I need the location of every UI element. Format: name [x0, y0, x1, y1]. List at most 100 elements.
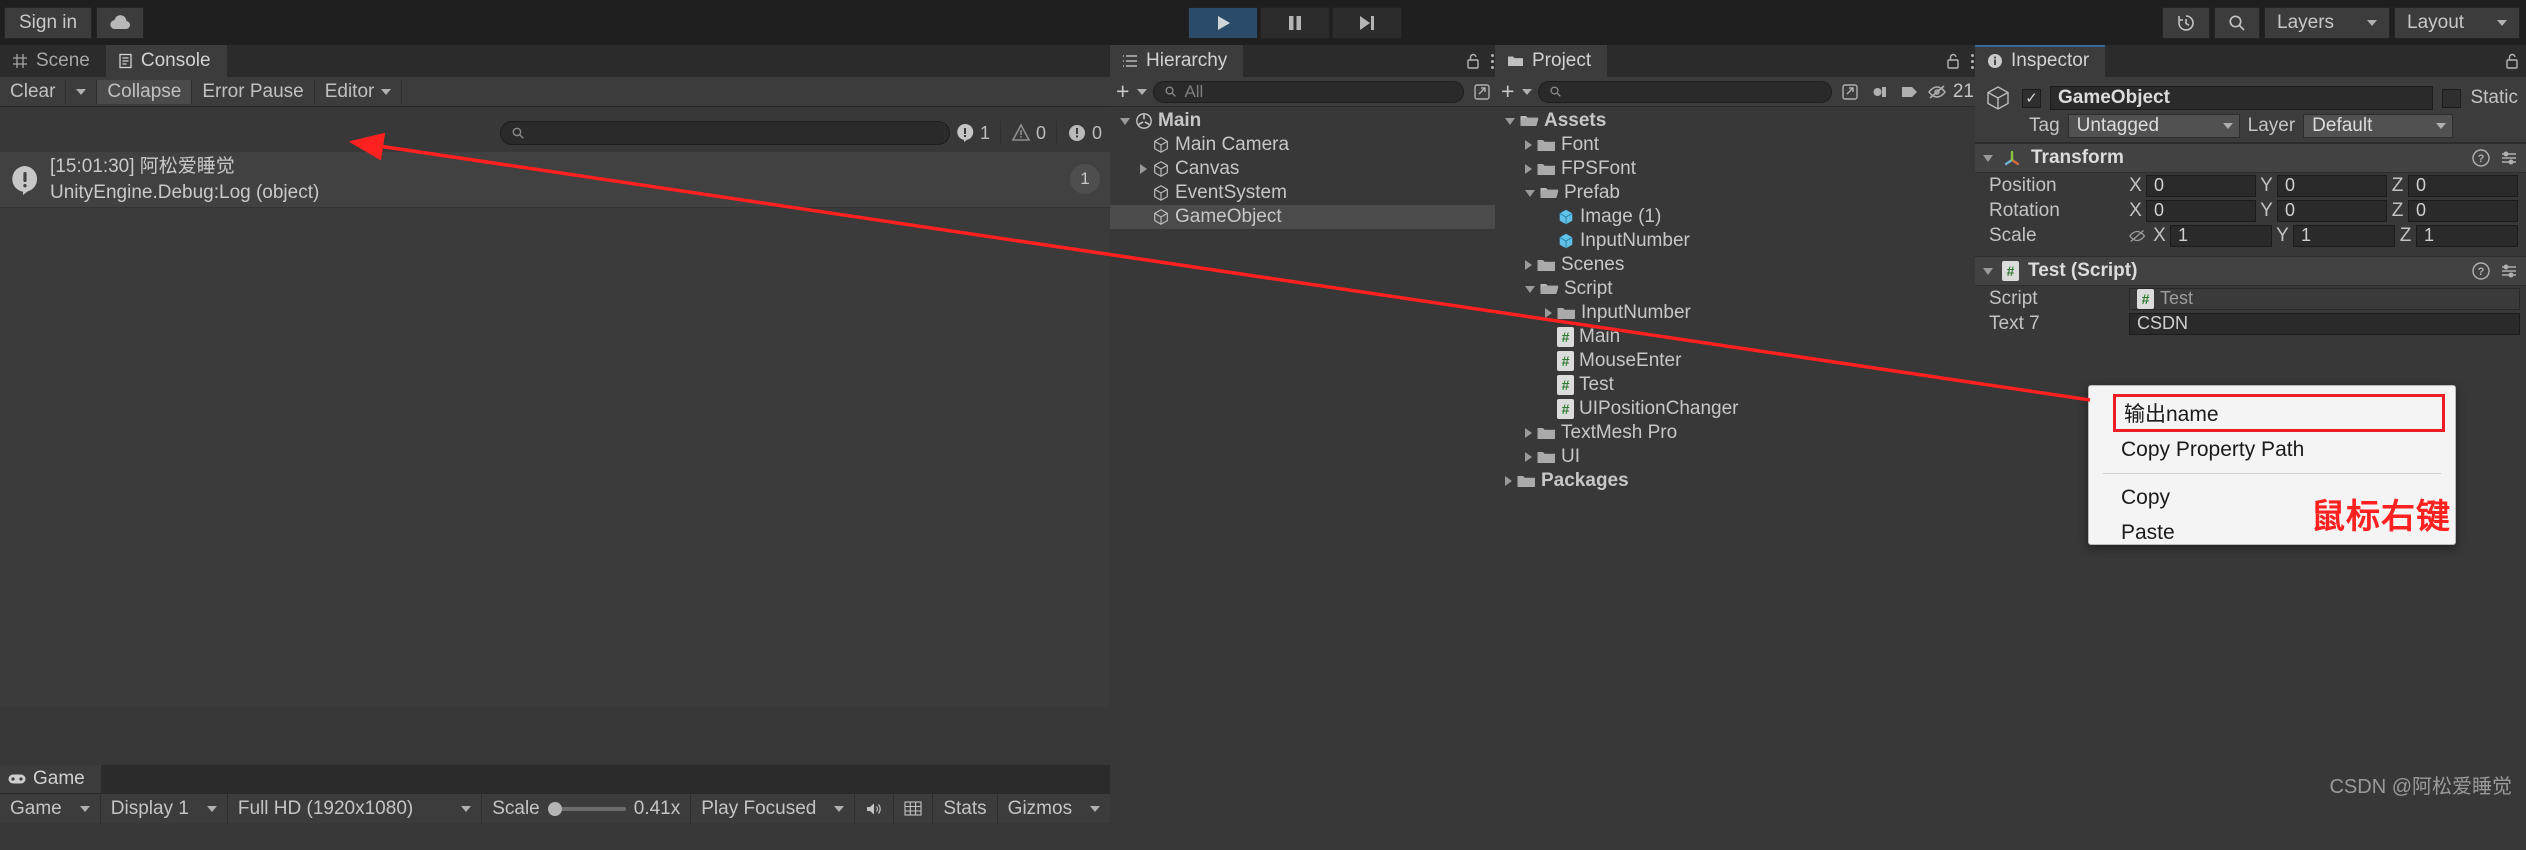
- help-icon[interactable]: ?: [2472, 262, 2490, 280]
- position-x-field[interactable]: 0: [2146, 174, 2256, 197]
- context-menu-item-output-name[interactable]: 输出name: [2113, 394, 2445, 432]
- game-stats-grid-button[interactable]: [894, 793, 934, 824]
- project-item-row[interactable]: # UIPositionChanger: [1495, 397, 1980, 421]
- hierarchy-item-row[interactable]: GameObject: [1110, 205, 1500, 229]
- expand-triangle-icon[interactable]: [1545, 308, 1552, 318]
- scale-x-field[interactable]: 1: [2170, 224, 2272, 247]
- component-header-test-script[interactable]: # Test (Script) ?: [1975, 256, 2526, 286]
- project-item-row[interactable]: FPSFont: [1495, 157, 1980, 181]
- console-search-input[interactable]: [500, 121, 950, 145]
- context-menu-item-copy-property-path[interactable]: Copy Property Path: [2089, 432, 2455, 467]
- expand-triangle-icon[interactable]: [1140, 164, 1147, 174]
- object-name-field[interactable]: GameObject: [2050, 86, 2434, 110]
- expand-triangle-icon[interactable]: [1505, 476, 1512, 486]
- counter-errors[interactable]: 1: [943, 121, 1000, 145]
- scale-z-field[interactable]: 1: [2416, 224, 2518, 247]
- project-filter-type-button[interactable]: [1868, 81, 1892, 103]
- component-header-transform[interactable]: Transform ?: [1975, 143, 2526, 173]
- position-y-field[interactable]: 0: [2277, 174, 2387, 197]
- hierarchy-search-input[interactable]: All: [1153, 80, 1464, 103]
- text7-input[interactable]: CSDN: [2129, 312, 2520, 335]
- kebab-menu-icon[interactable]: [1971, 53, 1974, 69]
- collapse-triangle-icon[interactable]: [1505, 117, 1515, 125]
- pause-button[interactable]: [1260, 7, 1330, 39]
- tab-game[interactable]: Game: [0, 765, 101, 793]
- expand-triangle-icon[interactable]: [1525, 260, 1532, 270]
- project-item-row[interactable]: Packages: [1495, 469, 1980, 493]
- collapse-triangle-icon[interactable]: [1120, 117, 1130, 125]
- game-display-dropdown[interactable]: Display 1: [101, 793, 228, 824]
- tab-scene[interactable]: Scene: [0, 45, 106, 77]
- lock-icon[interactable]: [1465, 52, 1481, 70]
- editor-dropdown[interactable]: Editor: [315, 79, 403, 104]
- collapse-triangle-icon[interactable]: [1525, 285, 1535, 293]
- rotation-x-field[interactable]: 0: [2146, 199, 2256, 222]
- tab-inspector[interactable]: Inspector: [1975, 45, 2106, 77]
- tab-console[interactable]: Console: [105, 45, 227, 77]
- scale-slider-track[interactable]: [547, 801, 626, 816]
- layers-dropdown[interactable]: Layers: [2264, 7, 2390, 39]
- static-checkbox[interactable]: [2442, 88, 2462, 108]
- search-icon[interactable]: [2214, 7, 2260, 39]
- object-enabled-checkbox[interactable]: ✓: [2022, 88, 2041, 108]
- collapse-triangle-icon[interactable]: [1983, 154, 1993, 162]
- hierarchy-item-row[interactable]: Canvas: [1110, 157, 1500, 181]
- history-icon[interactable]: [2162, 7, 2210, 39]
- project-item-row[interactable]: Assets: [1495, 109, 1980, 133]
- preset-icon[interactable]: [2500, 149, 2518, 167]
- collapse-button[interactable]: Collapse: [97, 79, 193, 104]
- project-filter-label-button[interactable]: [1898, 81, 1922, 103]
- clear-button[interactable]: Clear: [0, 79, 67, 104]
- collapse-triangle-icon[interactable]: [1983, 267, 1993, 275]
- collapse-triangle-icon[interactable]: [1525, 189, 1535, 197]
- sign-in-button[interactable]: Sign in: [4, 6, 93, 39]
- lock-icon[interactable]: [1945, 52, 1961, 70]
- game-playmode-dropdown[interactable]: Play Focused: [691, 793, 856, 824]
- project-item-row[interactable]: Scenes: [1495, 253, 1980, 277]
- clear-dropdown[interactable]: [66, 79, 98, 104]
- game-resolution-dropdown[interactable]: Full HD (1920x1080): [228, 793, 483, 824]
- hierarchy-item-row[interactable]: EventSystem: [1110, 181, 1500, 205]
- counter-logs[interactable]: 0: [1055, 121, 1112, 145]
- preset-icon[interactable]: [2500, 262, 2518, 280]
- hierarchy-item-row[interactable]: Main: [1110, 109, 1500, 133]
- scale-y-field[interactable]: 1: [2293, 224, 2395, 247]
- hierarchy-create-button[interactable]: +: [1116, 78, 1148, 105]
- scale-slider-knob[interactable]: [547, 801, 562, 816]
- position-z-field[interactable]: 0: [2408, 174, 2518, 197]
- kebab-menu-icon[interactable]: [1491, 53, 1494, 69]
- rotation-y-field[interactable]: 0: [2277, 199, 2387, 222]
- error-pause-button[interactable]: Error Pause: [192, 79, 315, 104]
- expand-triangle-icon[interactable]: [1525, 428, 1532, 438]
- tab-project[interactable]: Project: [1495, 45, 1608, 77]
- project-create-button[interactable]: +: [1501, 78, 1533, 105]
- project-item-row[interactable]: Font: [1495, 133, 1980, 157]
- expand-triangle-icon[interactable]: [1525, 452, 1532, 462]
- expand-triangle-icon[interactable]: [1525, 164, 1532, 174]
- layer-dropdown[interactable]: Default: [2303, 114, 2454, 138]
- layout-dropdown[interactable]: Layout: [2394, 7, 2520, 39]
- constrain-off-icon[interactable]: [2129, 228, 2149, 244]
- project-item-row[interactable]: Prefab: [1495, 181, 1980, 205]
- project-item-row[interactable]: TextMesh Pro: [1495, 421, 1980, 445]
- log-entry[interactable]: [15:01:30] 阿松爱睡觉 UnityEngine.Debug:Log (…: [0, 152, 1120, 208]
- project-search-expand-button[interactable]: [1838, 81, 1862, 103]
- project-item-row[interactable]: # MouseEnter: [1495, 349, 1980, 373]
- help-icon[interactable]: ?: [2472, 149, 2490, 167]
- hierarchy-search-expand-button[interactable]: [1470, 81, 1494, 103]
- script-object-field[interactable]: # Test: [2129, 287, 2520, 310]
- expand-triangle-icon[interactable]: [1525, 140, 1532, 150]
- game-scale-slider[interactable]: Scale 0.41x: [482, 793, 692, 824]
- project-item-row[interactable]: Image (1): [1495, 205, 1980, 229]
- project-item-row[interactable]: UI: [1495, 445, 1980, 469]
- lock-icon[interactable]: [2504, 52, 2520, 70]
- game-stats-button[interactable]: Stats: [933, 793, 998, 824]
- tab-hierarchy[interactable]: Hierarchy: [1110, 45, 1244, 77]
- rotation-z-field[interactable]: 0: [2408, 199, 2518, 222]
- game-gizmos-dropdown[interactable]: Gizmos: [998, 793, 1112, 824]
- project-item-row[interactable]: # Test: [1495, 373, 1980, 397]
- cloud-icon[interactable]: [96, 6, 145, 39]
- project-visibility-count[interactable]: 21: [1927, 81, 1974, 103]
- step-button[interactable]: [1332, 7, 1402, 39]
- project-search-input[interactable]: [1538, 80, 1832, 103]
